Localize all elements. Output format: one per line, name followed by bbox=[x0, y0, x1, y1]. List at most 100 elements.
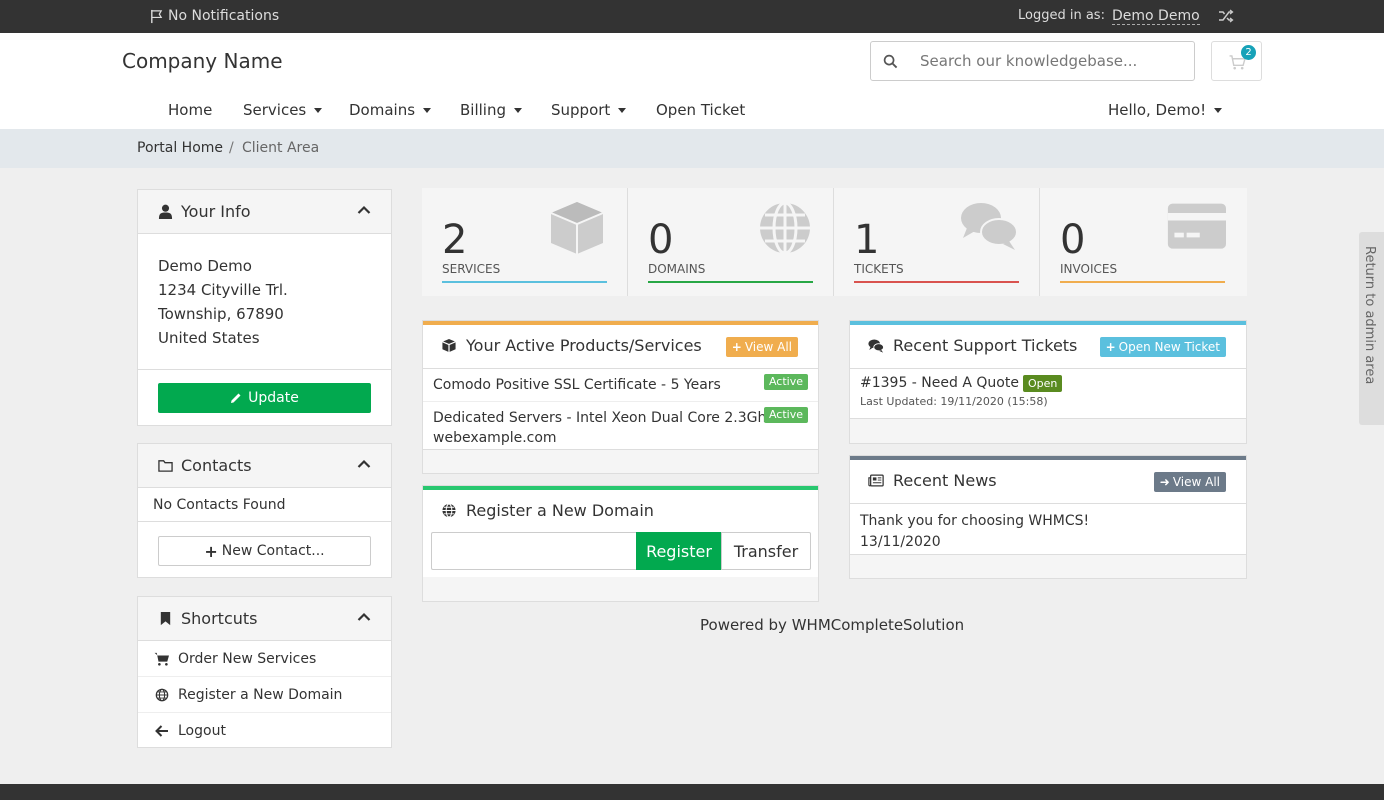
contacts-title: Contacts bbox=[181, 456, 252, 475]
bookmark-icon bbox=[160, 611, 171, 626]
news-view-all-button[interactable]: ➜ View All bbox=[1153, 472, 1226, 492]
chevron-up-icon[interactable] bbox=[357, 612, 371, 622]
notifications-toggle[interactable]: No Notifications bbox=[149, 8, 279, 24]
user-icon bbox=[158, 204, 173, 219]
shortcut-label: Order New Services bbox=[178, 650, 317, 667]
status-badge: Open bbox=[1022, 375, 1063, 392]
nav-support[interactable]: Support bbox=[551, 101, 627, 119]
shortcut-label: Register a New Domain bbox=[178, 686, 343, 703]
nav-services-label: Services bbox=[243, 101, 307, 119]
status-badge: Active bbox=[763, 374, 808, 390]
nav-home-label: Home bbox=[168, 101, 213, 119]
logged-in-label: Logged in as: bbox=[1018, 8, 1105, 23]
domains-count: 0 bbox=[648, 217, 674, 263]
shortcut-order-services[interactable]: Order New Services bbox=[138, 641, 391, 677]
register-button[interactable]: Register bbox=[636, 532, 722, 570]
search-input[interactable] bbox=[920, 52, 1180, 70]
register-domain-panel: Register a New Domain Register Transfer bbox=[422, 485, 819, 602]
domains-accent-bar bbox=[648, 281, 813, 283]
info-address-line1: 1234 Cityville Trl. bbox=[158, 281, 288, 299]
new-contact-label: New Contact... bbox=[221, 543, 325, 559]
contacts-header[interactable]: Contacts bbox=[138, 444, 391, 488]
shortcuts-title: Shortcuts bbox=[181, 609, 258, 628]
contacts-panel: Contacts No Contacts Found + New Contact… bbox=[137, 443, 392, 578]
invoices-accent-bar bbox=[1060, 281, 1225, 283]
product-row[interactable]: Comodo Positive SSL Certificate - 5 Year… bbox=[423, 369, 818, 402]
globe-icon bbox=[155, 688, 169, 701]
flag-icon bbox=[151, 9, 163, 23]
breadcrumb-home[interactable]: Portal Home bbox=[137, 140, 223, 156]
caret-down-icon bbox=[1214, 107, 1223, 113]
update-button[interactable]: Update bbox=[158, 383, 371, 413]
shortcut-label: Logout bbox=[178, 723, 226, 739]
recent-news-title: Recent News bbox=[893, 471, 997, 490]
cart-icon bbox=[154, 652, 169, 666]
your-info-title: Your Info bbox=[181, 202, 251, 221]
logged-in-user[interactable]: Demo Demo bbox=[1112, 8, 1200, 25]
return-to-admin-tab[interactable]: Return to admin area bbox=[1359, 232, 1384, 425]
open-new-ticket-button[interactable]: + Open New Ticket bbox=[1099, 337, 1226, 357]
nav-domains[interactable]: Domains bbox=[349, 101, 432, 119]
products-view-all-button[interactable]: + View All bbox=[725, 337, 798, 357]
ticket-subject: #1395 - Need A Quote bbox=[860, 375, 1019, 391]
product-name: Dedicated Servers - Intel Xeon Dual Core… bbox=[433, 410, 774, 426]
nav-home[interactable]: Home bbox=[168, 101, 212, 119]
product-name: Comodo Positive SSL Certificate - 5 Year… bbox=[433, 377, 721, 393]
folder-icon bbox=[158, 460, 173, 472]
tile-domains[interactable]: 0 DOMAINS bbox=[628, 188, 834, 296]
cube-icon bbox=[442, 338, 456, 353]
product-domain: webexample.com bbox=[433, 430, 557, 446]
globe-icon bbox=[760, 201, 810, 255]
tile-tickets[interactable]: 1 TICKETS bbox=[834, 188, 1040, 296]
stat-tiles: 2 SERVICES 0 DOMAINS 1 TICKETS 0 INVOICE… bbox=[422, 188, 1247, 296]
notifications-label: No Notifications bbox=[168, 8, 280, 24]
info-name: Demo Demo bbox=[158, 257, 252, 275]
cart-button[interactable]: 2 bbox=[1211, 41, 1262, 81]
breadcrumb: Portal Home / Client Area bbox=[0, 129, 1384, 168]
caret-down-icon bbox=[423, 107, 432, 113]
brand-logo[interactable]: Company Name bbox=[122, 49, 283, 73]
ticket-row[interactable]: #1395 - Need A Quote Open Last Updated: 1… bbox=[850, 369, 1246, 419]
chevron-up-icon[interactable] bbox=[357, 205, 371, 215]
services-count: 2 bbox=[442, 217, 468, 263]
your-info-header[interactable]: Your Info bbox=[138, 190, 391, 234]
caret-down-icon bbox=[314, 107, 323, 113]
product-row[interactable]: Dedicated Servers - Intel Xeon Dual Core… bbox=[423, 402, 818, 455]
shortcuts-panel: Shortcuts Order New Services Register a … bbox=[137, 596, 392, 748]
your-info-panel: Your Info Demo Demo 1234 Cityville Trl. … bbox=[137, 189, 392, 426]
nav-account-menu[interactable]: Hello, Demo! bbox=[1108, 101, 1223, 119]
tile-invoices[interactable]: 0 INVOICES bbox=[1040, 188, 1246, 296]
return-to-admin-label: Return to admin area bbox=[1362, 246, 1377, 385]
shortcuts-header[interactable]: Shortcuts bbox=[138, 597, 391, 641]
globe-icon bbox=[442, 503, 456, 518]
transfer-button[interactable]: Transfer bbox=[721, 532, 811, 570]
knowledgebase-search bbox=[870, 41, 1195, 81]
chevron-up-icon[interactable] bbox=[357, 459, 371, 469]
breadcrumb-current: Client Area bbox=[242, 140, 320, 156]
nav-services[interactable]: Services bbox=[243, 101, 323, 119]
open-new-ticket-label: Open New Ticket bbox=[1118, 340, 1220, 354]
new-contact-button[interactable]: + New Contact... bbox=[158, 536, 371, 566]
shortcut-register-domain[interactable]: Register a New Domain bbox=[138, 677, 391, 713]
tickets-accent-bar bbox=[854, 281, 1019, 283]
caret-down-icon bbox=[514, 107, 522, 113]
info-address-line2: Township, 67890 bbox=[158, 305, 284, 323]
news-item[interactable]: Thank you for choosing WHMCS! 13/11/2020 bbox=[850, 504, 1246, 560]
nav-hello-label: Hello, Demo! bbox=[1108, 101, 1207, 119]
support-tickets-panel: Recent Support Tickets + Open New Ticket … bbox=[849, 320, 1247, 444]
domain-search-input[interactable] bbox=[431, 532, 637, 570]
news-date: 13/11/2020 bbox=[860, 534, 941, 550]
nav-billing[interactable]: Billing bbox=[460, 101, 522, 119]
news-title: Thank you for choosing WHMCS! bbox=[860, 513, 1090, 529]
switch-account-icon[interactable] bbox=[1218, 9, 1234, 23]
services-accent-bar bbox=[442, 281, 607, 283]
shortcut-logout[interactable]: Logout bbox=[138, 713, 391, 749]
comments-icon bbox=[868, 339, 884, 353]
tile-services[interactable]: 2 SERVICES bbox=[422, 188, 628, 296]
support-tickets-title: Recent Support Tickets bbox=[893, 336, 1078, 355]
caret-down-icon bbox=[618, 107, 627, 113]
invoices-count: 0 bbox=[1060, 217, 1086, 263]
nav-open-ticket[interactable]: Open Ticket bbox=[656, 101, 745, 119]
newspaper-icon bbox=[868, 474, 884, 487]
nav-billing-label: Billing bbox=[460, 101, 506, 119]
